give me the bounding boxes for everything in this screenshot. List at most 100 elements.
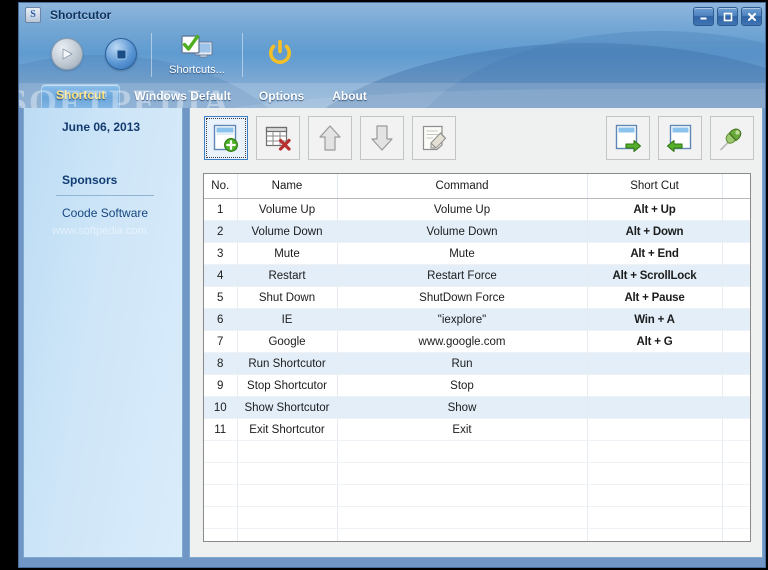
row-cell-name: Exit Shortcutor	[237, 418, 338, 441]
row-cell-filler	[722, 418, 750, 441]
table-row[interactable]: 10 Show Shortcutor Show	[204, 396, 750, 419]
row-cell-shortcut: Alt + Down	[587, 220, 723, 243]
table-row[interactable]: 8 Run Shortcutor Run	[204, 352, 750, 375]
table-row[interactable]: 3 Mute Mute Alt + End	[204, 242, 750, 265]
minimize-icon	[700, 17, 707, 20]
table-row-empty[interactable]	[204, 484, 750, 507]
row-cell-shortcut	[587, 396, 723, 419]
row-cell-filler	[722, 396, 750, 419]
row-cell-empty	[204, 440, 238, 463]
delete-shortcut-button[interactable]	[256, 116, 300, 160]
table-header-row: No. Name Command Short Cut	[204, 174, 750, 199]
row-cell-filler	[722, 308, 750, 331]
stop-button[interactable]	[105, 38, 137, 70]
row-cell-no: 11	[204, 418, 238, 441]
row-cell-no: 2	[204, 220, 238, 243]
sponsors-heading: Sponsors	[62, 173, 118, 187]
add-shortcut-button[interactable]	[204, 116, 248, 160]
move-down-button[interactable]	[360, 116, 404, 160]
tab-shortcut[interactable]: Shortcut	[41, 84, 121, 108]
row-cell-empty	[587, 484, 723, 507]
row-cell-empty	[722, 528, 750, 541]
row-cell-shortcut: Alt + G	[587, 330, 723, 353]
row-cell-no: 3	[204, 242, 238, 265]
shortcuts-button[interactable]: Shortcuts...	[166, 33, 228, 76]
table-row-empty[interactable]	[204, 440, 750, 463]
row-cell-no: 7	[204, 330, 238, 353]
row-cell-empty	[237, 462, 338, 485]
table-row-empty[interactable]	[204, 506, 750, 529]
row-cell-shortcut: Alt + Pause	[587, 286, 723, 309]
column-header-name[interactable]: Name	[237, 174, 338, 199]
table-delete-icon	[265, 126, 291, 151]
close-button[interactable]	[741, 7, 762, 26]
tab-about[interactable]: About	[318, 85, 381, 108]
table-row[interactable]: 6 IE "iexplore" Win + A	[204, 308, 750, 331]
row-cell-name: Shut Down	[237, 286, 338, 309]
table-row-empty[interactable]	[204, 528, 750, 541]
edit-pencil-icon	[422, 125, 447, 151]
maximize-button[interactable]	[717, 7, 738, 26]
row-cell-empty	[587, 528, 723, 541]
table-row[interactable]: 7 Google www.google.com Alt + G	[204, 330, 750, 353]
grid-toolbar	[190, 116, 764, 168]
row-cell-empty	[237, 528, 338, 541]
shortcuts-monitor-check-icon	[181, 34, 213, 58]
table-body: 1 Volume Up Volume Up Alt + Up 2 Volume Down V…	[204, 198, 750, 541]
maximize-icon	[723, 12, 732, 21]
tab-options[interactable]: Options	[245, 85, 318, 108]
window-controls	[693, 7, 762, 26]
arrow-up-icon	[319, 125, 341, 151]
row-cell-command: www.google.com	[337, 330, 588, 353]
table-row[interactable]: 11 Exit Shortcutor Exit	[204, 418, 750, 441]
import-button[interactable]	[658, 116, 702, 160]
row-cell-command: Stop	[337, 374, 588, 397]
edit-shortcut-button[interactable]	[412, 116, 456, 160]
power-button[interactable]	[263, 33, 297, 73]
shortcuts-button-label: Shortcuts...	[169, 64, 225, 76]
row-cell-command: "iexplore"	[337, 308, 588, 331]
sponsor-link-coode-software[interactable]: Coode Software	[62, 206, 148, 220]
table-row[interactable]: 5 Shut Down ShutDown Force Alt + Pause	[204, 286, 750, 309]
row-cell-no: 10	[204, 396, 238, 419]
row-cell-empty	[204, 484, 238, 507]
row-cell-filler	[722, 220, 750, 243]
table-row[interactable]: 2 Volume Down Volume Down Alt + Down	[204, 220, 750, 243]
row-cell-command: Volume Down	[337, 220, 588, 243]
row-cell-shortcut: Alt + ScrollLock	[587, 264, 723, 287]
minimize-button[interactable]	[693, 7, 714, 26]
export-button[interactable]	[606, 116, 650, 160]
shortcuts-grid[interactable]: No. Name Command Short Cut 1 Volume Up Vol…	[203, 173, 751, 542]
play-icon	[62, 48, 72, 60]
row-cell-empty	[337, 506, 588, 529]
table-row[interactable]: 4 Restart Restart Force Alt + ScrollLock	[204, 264, 750, 287]
row-cell-name: Run Shortcutor	[237, 352, 338, 375]
row-cell-name: Stop Shortcutor	[237, 374, 338, 397]
pin-button[interactable]	[710, 116, 754, 160]
arrow-down-icon	[371, 125, 393, 151]
column-header-shortcut[interactable]: Short Cut	[587, 174, 723, 199]
sidebar-date: June 06, 2013	[62, 120, 141, 134]
row-cell-no: 6	[204, 308, 238, 331]
run-button[interactable]	[51, 38, 83, 70]
tab-windows-default[interactable]: Windows Default	[120, 85, 245, 108]
table-row[interactable]: 9 Stop Shortcutor Stop	[204, 374, 750, 397]
column-header-no[interactable]: No.	[204, 174, 238, 199]
column-header-command[interactable]: Command	[337, 174, 588, 199]
page-export-icon	[615, 124, 642, 153]
table-row[interactable]: 1 Volume Up Volume Up Alt + Up	[204, 198, 750, 221]
row-cell-empty	[722, 484, 750, 507]
window-title: Shortcutor	[50, 8, 112, 22]
row-cell-command: Show	[337, 396, 588, 419]
row-cell-name: Google	[237, 330, 338, 353]
table-row-empty[interactable]	[204, 462, 750, 485]
move-up-button[interactable]	[308, 116, 352, 160]
column-header-filler	[722, 174, 750, 199]
title-bar: S Shortcutor	[19, 3, 765, 27]
close-icon	[747, 12, 756, 21]
row-cell-empty	[722, 506, 750, 529]
row-cell-filler	[722, 286, 750, 309]
row-cell-no: 8	[204, 352, 238, 375]
window-body: June 06, 2013 Sponsors Coode Software ww…	[19, 108, 765, 565]
row-cell-name: Restart	[237, 264, 338, 287]
